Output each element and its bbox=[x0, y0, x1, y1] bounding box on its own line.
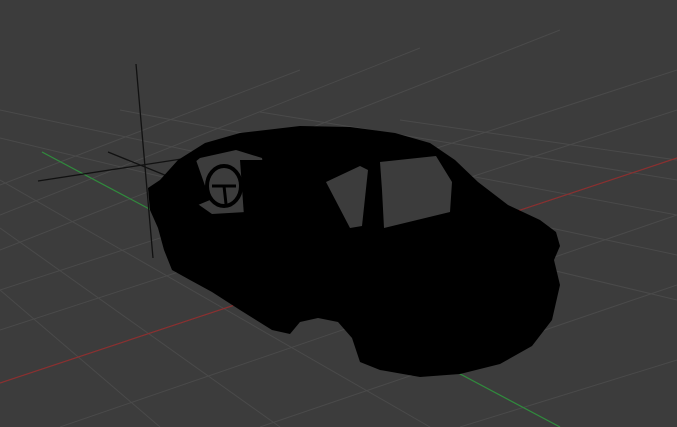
3d-viewport[interactable] bbox=[0, 0, 677, 427]
car-body-model[interactable] bbox=[148, 126, 560, 377]
viewport-canvas[interactable] bbox=[0, 0, 677, 427]
grid-line bbox=[459, 359, 677, 427]
grid-line bbox=[0, 289, 161, 427]
dashboard bbox=[240, 160, 270, 216]
